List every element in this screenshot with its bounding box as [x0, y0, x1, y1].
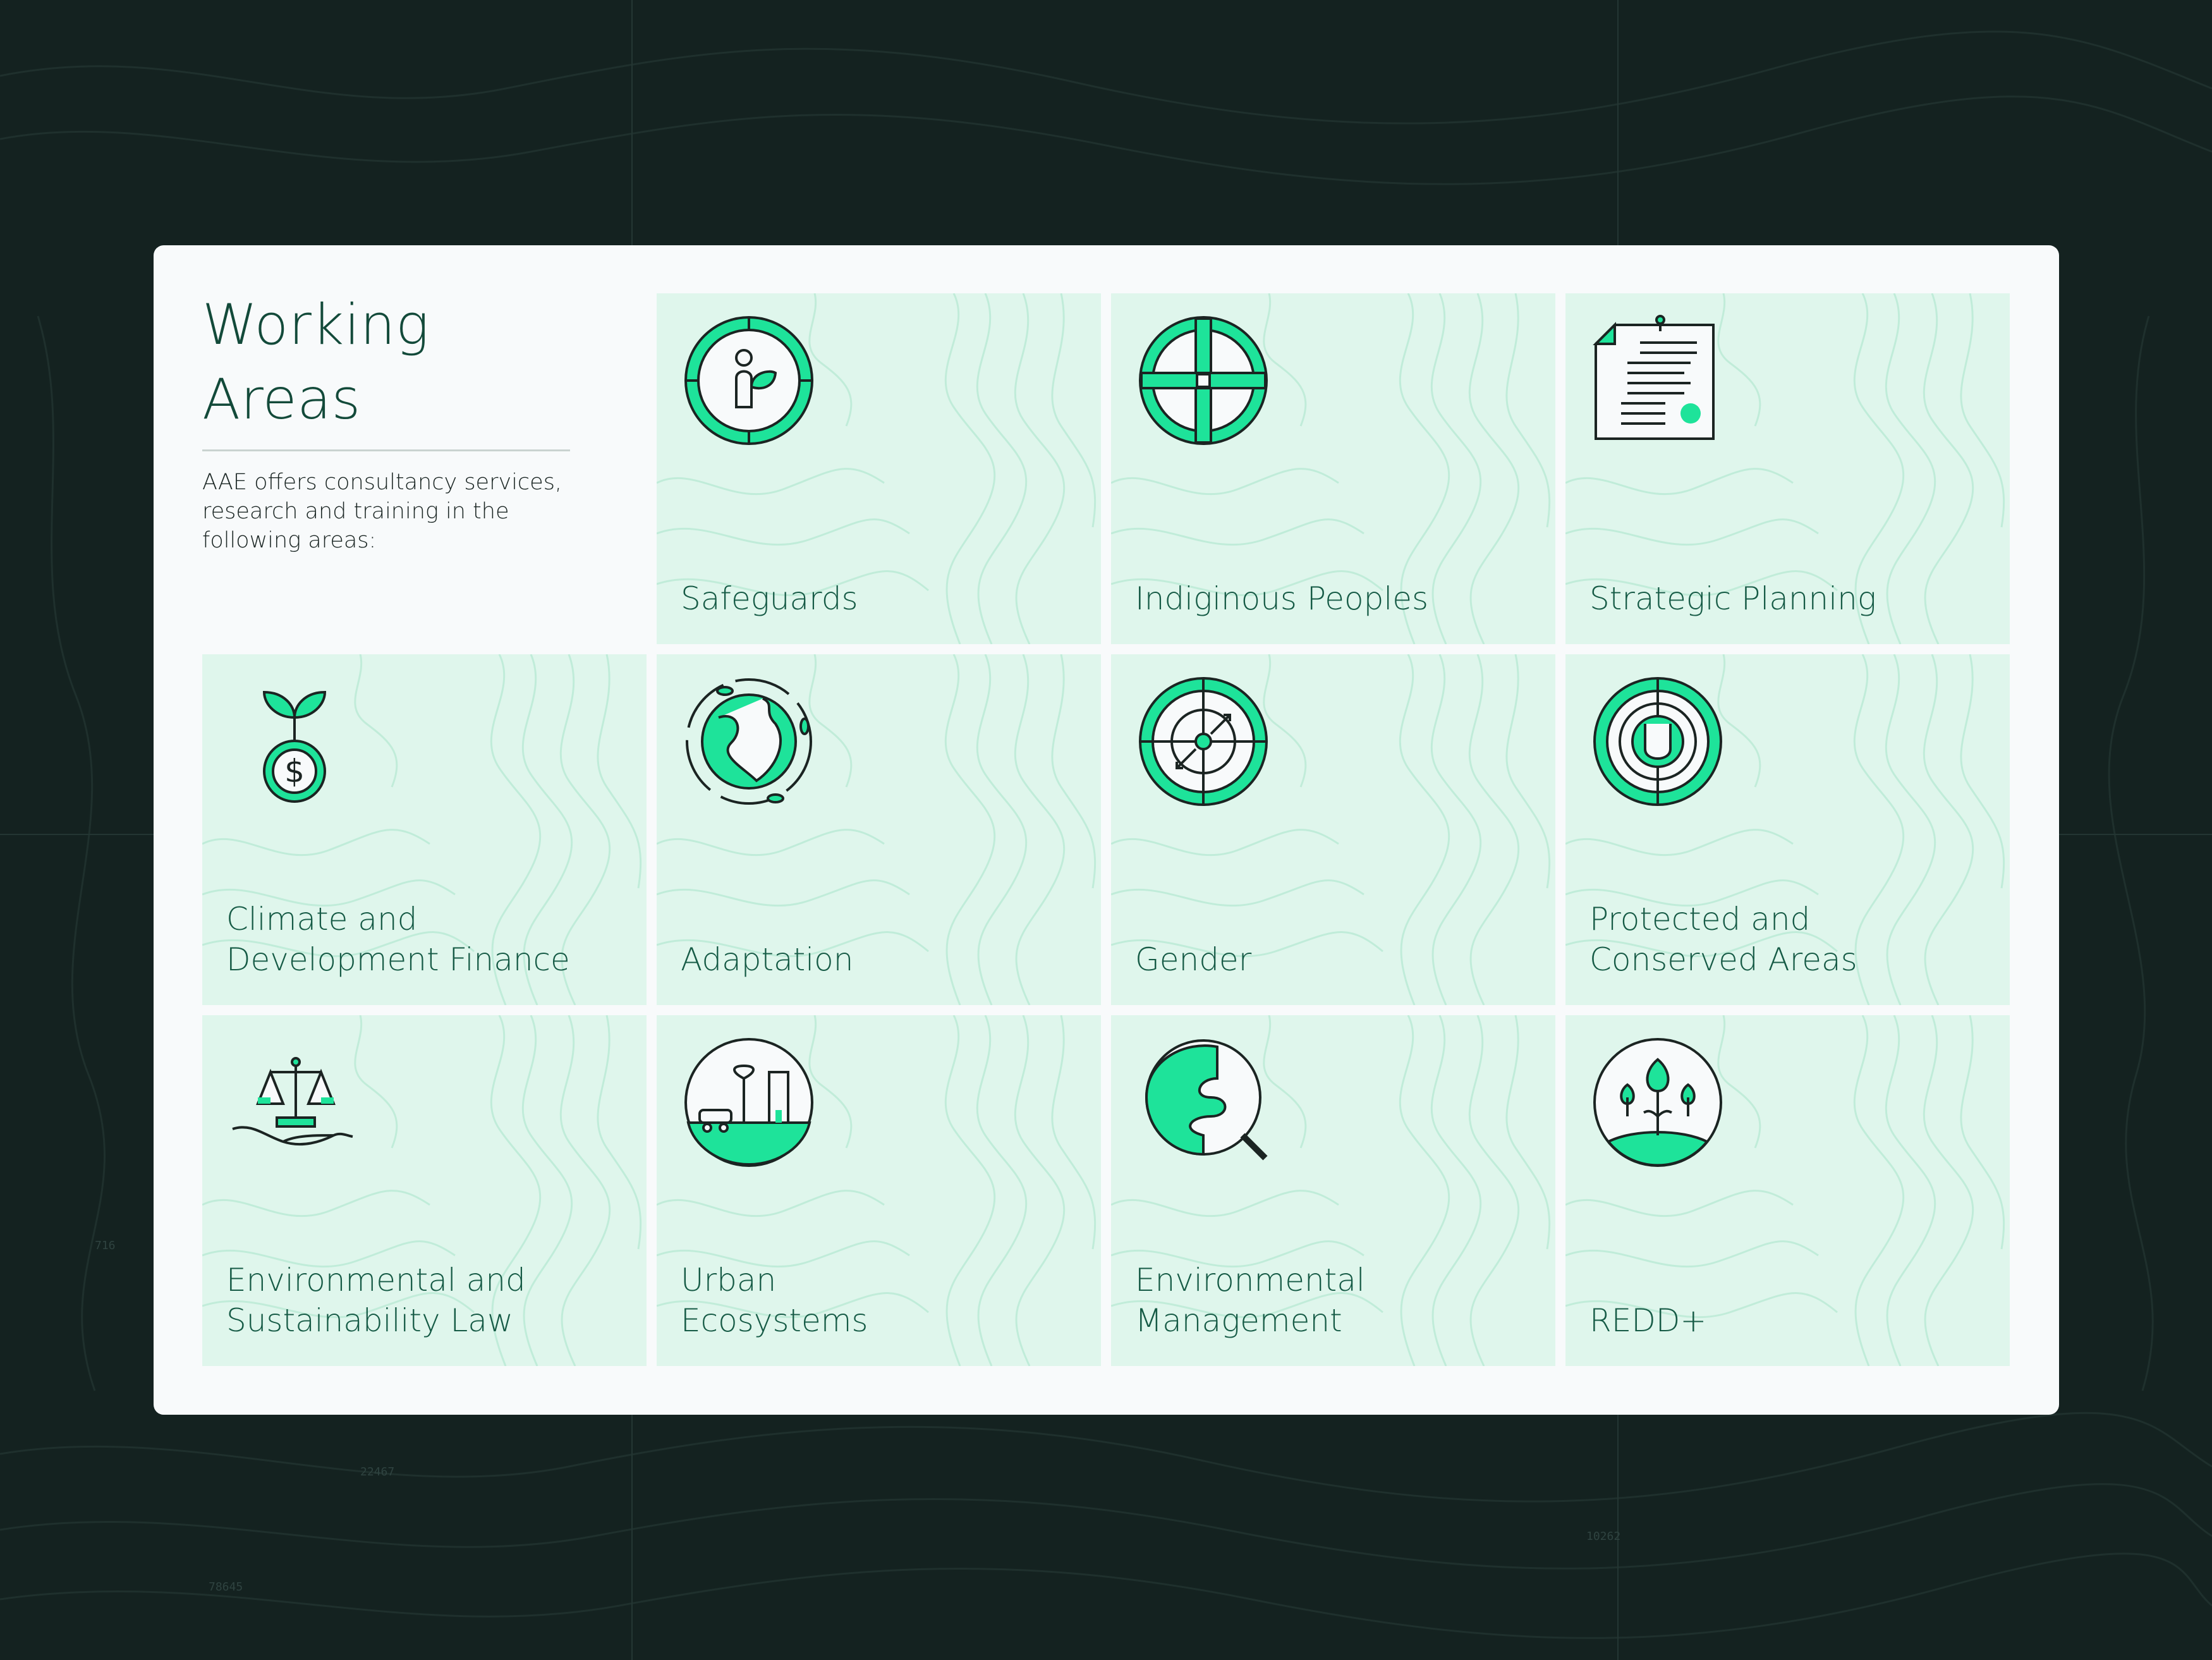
area-card-adaptation[interactable]: Adaptation	[657, 654, 1101, 1005]
area-card-redd-plus[interactable]: REDD+	[1565, 1015, 2010, 1366]
area-label: Climate and Development Finance	[226, 901, 570, 978]
compass-cross-icon	[1139, 316, 1268, 445]
target-arrows-icon	[1139, 677, 1268, 806]
area-card-urban-ecosystems[interactable]: Urban Ecosystems	[657, 1015, 1101, 1366]
area-card-environmental-management[interactable]: Environmental Management	[1111, 1015, 1555, 1366]
map-marker: 716	[95, 1239, 116, 1252]
globe-magnifier-icon	[1145, 1039, 1268, 1161]
protected-target-icon	[1593, 677, 1722, 806]
area-label: Strategic Planning	[1589, 580, 1876, 617]
area-label: Protected and Conserved Areas	[1589, 901, 1857, 978]
page-title: Working Areas	[202, 292, 430, 432]
trees-globe-icon	[1593, 1038, 1722, 1167]
person-sprout-shield-icon	[684, 316, 813, 445]
intro: Working Areas AAE offers consultancy ser…	[202, 288, 570, 555]
title-divider	[202, 449, 570, 451]
area-label: Gender	[1135, 941, 1252, 978]
area-card-gender[interactable]: Gender	[1111, 654, 1555, 1005]
map-marker: 10262	[1586, 1530, 1621, 1543]
scales-hand-icon	[232, 1057, 353, 1146]
area-label: Adaptation	[681, 941, 854, 978]
document-plan-icon	[1593, 315, 1715, 440]
globe-cycle-icon	[686, 678, 812, 805]
map-marker: 78645	[209, 1580, 243, 1594]
sprout-dollar-coin-icon: $	[262, 690, 327, 803]
area-label: Urban Ecosystems	[681, 1262, 868, 1339]
intro-description: AAE offers consultancy services, researc…	[202, 470, 562, 553]
urban-globe-icon	[684, 1038, 813, 1167]
area-card-strategic-planning[interactable]: Strategic Planning	[1565, 293, 2010, 644]
area-label: REDD+	[1589, 1302, 1707, 1339]
area-label: Indiginous Peoples	[1135, 580, 1429, 617]
area-card-climate-finance[interactable]: $ Climate and Development Finance	[202, 654, 647, 1005]
area-card-protected-areas[interactable]: Protected and Conserved Areas	[1565, 654, 2010, 1005]
area-card-indiginous-peoples[interactable]: Indiginous Peoples	[1111, 293, 1555, 644]
map-marker: 22467	[360, 1465, 395, 1479]
area-card-environmental-law[interactable]: Environmental and Sustainability Law	[202, 1015, 647, 1366]
area-label: Environmental Management	[1135, 1262, 1365, 1339]
area-label: Environmental and Sustainability Law	[226, 1262, 526, 1339]
area-card-safeguards[interactable]: Safeguards	[657, 293, 1101, 644]
svg-text:$: $	[284, 753, 305, 790]
area-label: Safeguards	[681, 580, 858, 617]
